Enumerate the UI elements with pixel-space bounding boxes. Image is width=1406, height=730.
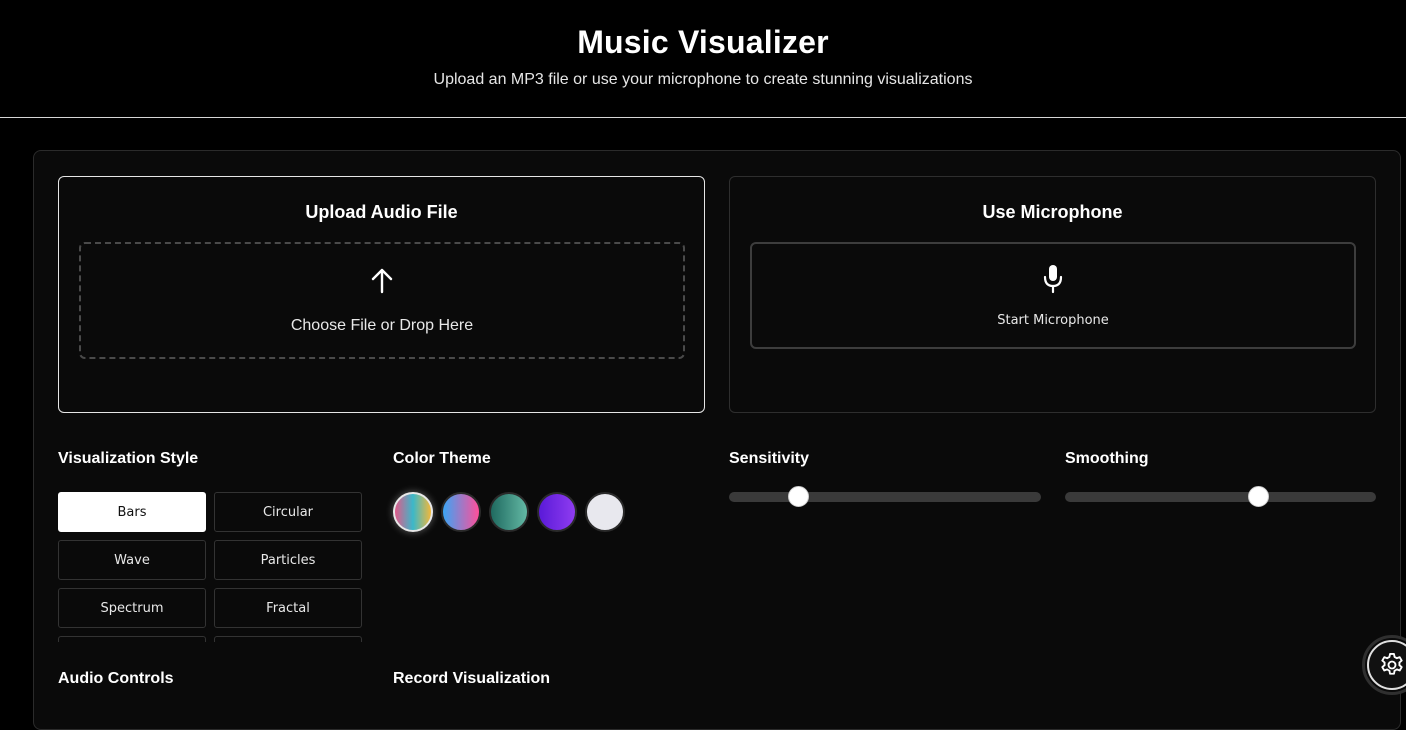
record-visualization-title: Record Visualization — [393, 670, 551, 687]
visualization-style-grid: Bars Circular Wave Particles Spectrum Fr… — [58, 492, 363, 642]
visualization-style-title: Visualization Style — [58, 450, 199, 467]
gear-icon — [1381, 652, 1403, 675]
style-spectrum-button[interactable]: Spectrum — [58, 588, 206, 628]
smoothing-slider-track — [1065, 492, 1376, 502]
start-microphone-label: Start Microphone — [997, 313, 1109, 328]
microphone-card-title: Use Microphone — [982, 202, 1123, 222]
style-particles-button[interactable]: Particles — [214, 540, 362, 580]
sensitivity-title: Sensitivity — [729, 450, 810, 467]
color-theme-title: Color Theme — [393, 450, 491, 467]
swatch-neon[interactable] — [441, 492, 481, 532]
sensitivity-slider-track — [729, 492, 1041, 502]
style-option-button[interactable] — [214, 636, 362, 642]
start-microphone-button[interactable]: Start Microphone — [750, 242, 1356, 349]
style-fractal-button[interactable]: Fractal — [214, 588, 362, 628]
style-circular-button[interactable]: Circular — [214, 492, 362, 532]
dropzone-label: Choose File or Drop Here — [290, 317, 474, 334]
style-option-button[interactable] — [58, 636, 206, 642]
upload-card: Upload Audio File Choose File or Drop He… — [58, 176, 705, 413]
smoothing-title: Smoothing — [1065, 450, 1149, 467]
main-panel: Upload Audio File Choose File or Drop He… — [33, 150, 1401, 730]
smoothing-slider-thumb[interactable] — [1247, 486, 1269, 507]
swatch-purple[interactable] — [537, 492, 577, 532]
page-subtitle: Upload an MP3 file or use your microphon… — [433, 71, 973, 88]
microphone-icon — [1043, 265, 1063, 294]
page-title: Music Visualizer — [577, 24, 829, 60]
file-dropzone[interactable]: Choose File or Drop Here — [79, 242, 685, 359]
swatch-mono[interactable] — [585, 492, 625, 532]
upload-arrow-icon — [371, 268, 393, 294]
smoothing-slider[interactable] — [1065, 485, 1376, 509]
swatch-rainbow[interactable] — [393, 492, 433, 532]
microphone-card: Use Microphone Start Microphone — [729, 176, 1376, 413]
style-bars-button[interactable]: Bars — [58, 492, 206, 532]
sensitivity-slider[interactable] — [729, 485, 1041, 509]
upload-card-title: Upload Audio File — [305, 202, 458, 222]
sensitivity-slider-thumb[interactable] — [787, 486, 809, 507]
style-wave-button[interactable]: Wave — [58, 540, 206, 580]
audio-controls-title: Audio Controls — [58, 670, 174, 687]
swatch-ocean[interactable] — [489, 492, 529, 532]
app-header: Music Visualizer Upload an MP3 file or u… — [0, 0, 1406, 118]
